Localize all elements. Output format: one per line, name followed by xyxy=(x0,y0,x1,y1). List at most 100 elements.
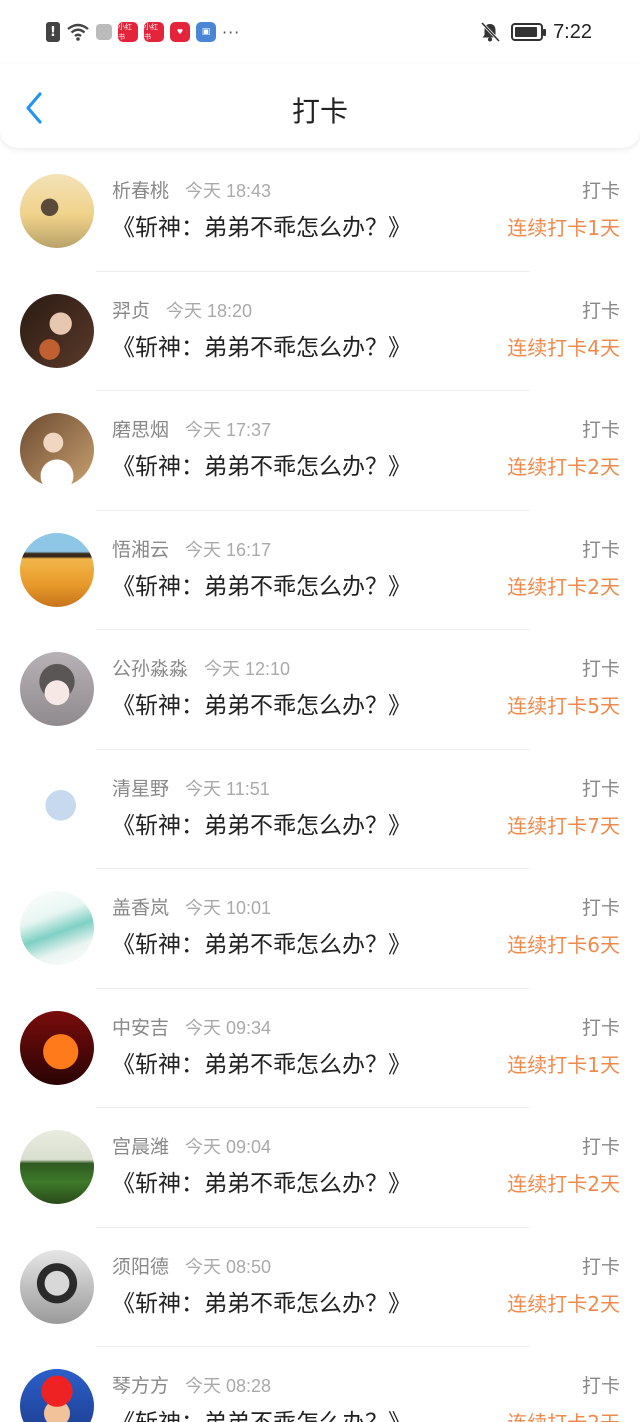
book-title[interactable]: 《斩神：弟弟不乖怎么办？》 xyxy=(112,806,411,840)
checkin-list[interactable]: 析春桃 今天 18:43 《斩神：弟弟不乖怎么办？》 打卡 连续打卡1天 羿贞 今天… xyxy=(0,152,640,1422)
checkin-type: 打卡 xyxy=(581,1136,620,1158)
user-name-text: 宫晨潍 xyxy=(112,1136,170,1158)
page-title: 打卡 xyxy=(291,95,348,128)
list-item[interactable]: 磨思烟 今天 17:37 《斩神：弟弟不乖怎么办？》 打卡 连续打卡2天 xyxy=(0,391,640,511)
checkin-time: 今天 10:01 xyxy=(185,898,272,918)
list-item[interactable]: 公孙淼淼 今天 12:10 《斩神：弟弟不乖怎么办？》 打卡 连续打卡5天 xyxy=(0,630,640,750)
user-name-text: 琴方方 xyxy=(112,1375,170,1397)
user-name-text: 悟湘云 xyxy=(112,538,170,561)
book-title[interactable]: 《斩神：弟弟不乖怎么办？》 xyxy=(112,1164,411,1198)
streak-count: 连续打卡2天 xyxy=(507,1291,620,1316)
avatar[interactable] xyxy=(20,652,94,726)
battery-level xyxy=(515,27,537,37)
list-item[interactable]: 须阳德 今天 08:50 《斩神：弟弟不乖怎么办？》 打卡 连续打卡2天 xyxy=(0,1228,640,1348)
checkin-type: 打卡 xyxy=(581,1255,620,1278)
avatar[interactable] xyxy=(20,293,94,368)
nav-bar: 打卡 xyxy=(0,64,640,148)
avatar[interactable] xyxy=(20,1010,94,1085)
wifi-icon xyxy=(67,23,89,41)
streak-count: 连续打卡1天 xyxy=(507,1052,620,1077)
app-icon: ▣ xyxy=(196,22,216,42)
user-name: 公孙淼淼 今天 12:10 xyxy=(112,654,290,681)
book-title[interactable]: 《斩神：弟弟不乖怎么办？》 xyxy=(112,1284,411,1318)
streak-count: 连续打卡2天 xyxy=(507,455,620,479)
user-name: 中安吉 今天 09:34 xyxy=(112,1013,271,1040)
streak-count: 连续打卡5天 xyxy=(507,694,620,718)
streak-count: 连续打卡2天 xyxy=(507,574,620,599)
checkin-time: 今天 16:17 xyxy=(185,539,272,560)
status-time: 7:22 xyxy=(553,20,592,43)
list-item[interactable]: 中安吉 今天 09:34 《斩神：弟弟不乖怎么办？》 打卡 连续打卡1天 xyxy=(0,989,640,1109)
more-dots-icon: ··· xyxy=(222,22,241,42)
avatar[interactable] xyxy=(20,891,94,965)
checkin-type: 打卡 xyxy=(581,419,620,441)
avatar[interactable] xyxy=(20,1249,94,1324)
alert-icon: ! xyxy=(46,22,60,42)
user-name: 须阳德 今天 08:50 xyxy=(112,1252,271,1279)
streak-count: 连续打卡4天 xyxy=(507,335,620,360)
list-item[interactable]: 琴方方今天 08:28 《斩神：弟弟不乖怎么办？》 打卡 连续打卡2天 xyxy=(0,1347,640,1422)
book-title[interactable]: 《斩神：弟弟不乖怎么办？》 xyxy=(112,567,411,601)
avatar[interactable] xyxy=(20,1130,94,1204)
avatar[interactable] xyxy=(20,771,94,846)
book-title[interactable]: 《斩神：弟弟不乖怎么办？》 xyxy=(112,328,411,362)
book-title[interactable]: 《斩神：弟弟不乖怎么办？》 xyxy=(112,1045,411,1079)
checkin-type: 打卡 xyxy=(581,538,620,561)
streak-count: 连续打卡7天 xyxy=(507,813,620,838)
status-bar: ! 小红书 小红书 ♥ ▣ ··· 7:22 xyxy=(0,0,640,64)
streak-count: 连续打卡2天 xyxy=(507,1407,620,1422)
checkin-time: 今天 17:37 xyxy=(185,420,272,440)
user-name-text: 清星野 xyxy=(112,777,170,800)
list-item[interactable]: 羿贞 今天 18:20 《斩神：弟弟不乖怎么办？》 打卡 连续打卡4天 xyxy=(0,272,640,392)
book-title[interactable]: 《斩神：弟弟不乖怎么办？》 xyxy=(112,447,411,481)
book-title[interactable]: 《斩神：弟弟不乖怎么办？》 xyxy=(112,208,411,242)
status-icons-left: ! 小红书 小红书 ♥ ▣ ··· xyxy=(46,20,240,44)
gift-app-icon: ♥ xyxy=(170,22,190,42)
user-name: 磨思烟 今天 17:37 xyxy=(112,415,271,442)
user-name: 琴方方 今天 08:28 xyxy=(112,1371,271,1398)
list-item[interactable]: 盖香岚 今天 10:01 《斩神：弟弟不乖怎么办？》 打卡 连续打卡6天 xyxy=(0,869,640,989)
checkin-time: 今天 08:28 xyxy=(185,1376,272,1396)
book-title[interactable]: 《斩神：弟弟不乖怎么办？》 xyxy=(112,686,411,720)
checkin-type: 打卡 xyxy=(581,1016,620,1039)
user-name-text: 中安吉 xyxy=(112,1016,170,1039)
checkin-type: 打卡 xyxy=(581,658,620,680)
status-icons-right: 7:22 xyxy=(479,18,592,46)
book-title[interactable]: 《斩神：弟弟不乖怎么办？》 xyxy=(112,925,411,959)
streak-count: 连续打卡1天 xyxy=(507,216,620,240)
user-name: 悟湘云 今天 16:17 xyxy=(112,535,271,562)
checkin-type: 打卡 xyxy=(581,180,620,202)
user-name-text: 盖香岚 xyxy=(112,897,170,919)
avatar[interactable] xyxy=(20,1369,94,1422)
qr-app-icon xyxy=(96,24,112,40)
streak-count: 连续打卡6天 xyxy=(507,933,620,957)
user-name: 宫晨潍 今天 09:04 xyxy=(112,1132,271,1159)
user-name-text: 羿贞 xyxy=(112,299,151,322)
checkin-time: 今天 08:50 xyxy=(185,1256,272,1277)
user-name: 清星野 今天 11:51 xyxy=(112,774,270,801)
book-title[interactable]: 《斩神：弟弟不乖怎么办？》 xyxy=(112,1403,411,1422)
user-name-text: 须阳德 xyxy=(112,1255,170,1278)
xiaohongshu-icon: 小红书 xyxy=(118,22,138,42)
avatar[interactable] xyxy=(20,413,94,487)
checkin-type: 打卡 xyxy=(581,897,620,919)
avatar[interactable] xyxy=(20,174,94,248)
mute-bell-icon xyxy=(480,21,501,43)
list-item[interactable]: 悟湘云 今天 16:17 《斩神：弟弟不乖怎么办？》 打卡 连续打卡2天 xyxy=(0,511,640,631)
streak-count: 连续打卡2天 xyxy=(507,1172,620,1196)
avatar[interactable] xyxy=(20,532,94,607)
user-name: 羿贞 今天 18:20 xyxy=(112,296,252,323)
list-item[interactable]: 析春桃 今天 18:43 《斩神：弟弟不乖怎么办？》 打卡 连续打卡1天 xyxy=(0,152,640,272)
checkin-time: 今天 11:51 xyxy=(185,778,270,799)
user-name: 析春桃 今天 18:43 xyxy=(112,176,271,203)
checkin-time: 今天 09:04 xyxy=(185,1137,272,1157)
list-item[interactable]: 清星野 今天 11:51 《斩神：弟弟不乖怎么办？》 打卡 连续打卡7天 xyxy=(0,750,640,870)
list-item[interactable]: 宫晨潍 今天 09:04 《斩神：弟弟不乖怎么办？》 打卡 连续打卡2天 xyxy=(0,1108,640,1228)
checkin-time: 今天 12:10 xyxy=(204,659,291,679)
checkin-time: 今天 18:20 xyxy=(166,300,253,321)
checkin-type: 打卡 xyxy=(581,299,620,322)
checkin-time: 今天 09:34 xyxy=(185,1017,272,1038)
user-name: 盖香岚 今天 10:01 xyxy=(112,893,271,920)
xiaohongshu-icon: 小红书 xyxy=(144,22,164,42)
checkin-time: 今天 18:43 xyxy=(185,181,272,201)
